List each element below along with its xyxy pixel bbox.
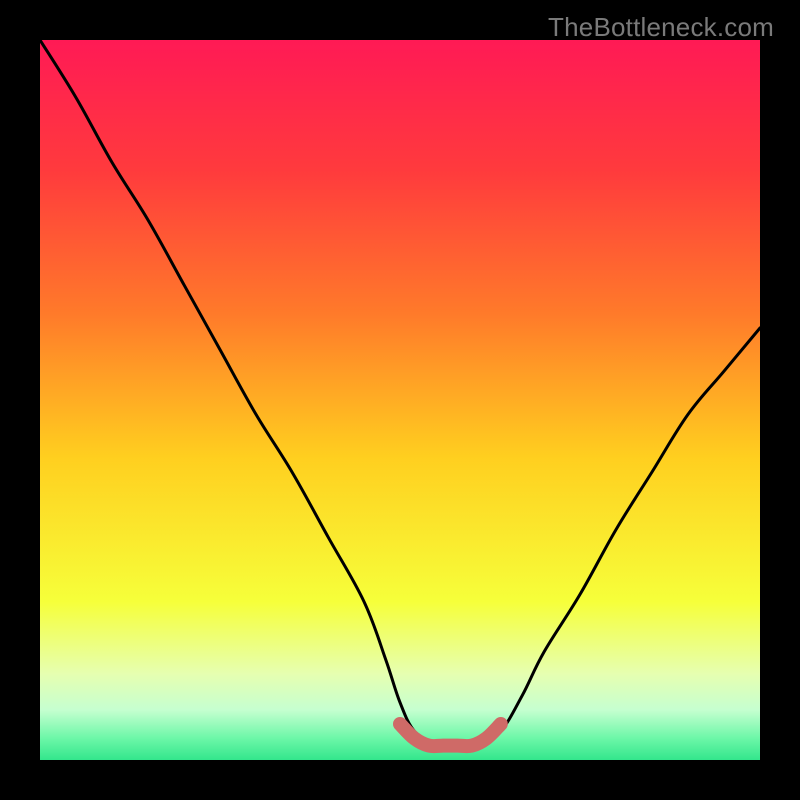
watermark-text: TheBottleneck.com — [548, 12, 774, 43]
curve-layer — [40, 40, 760, 760]
chart-frame: TheBottleneck.com — [0, 0, 800, 800]
plot-area — [40, 40, 760, 760]
bottleneck-curve — [40, 40, 760, 747]
optimal-flat-segment — [400, 724, 501, 746]
